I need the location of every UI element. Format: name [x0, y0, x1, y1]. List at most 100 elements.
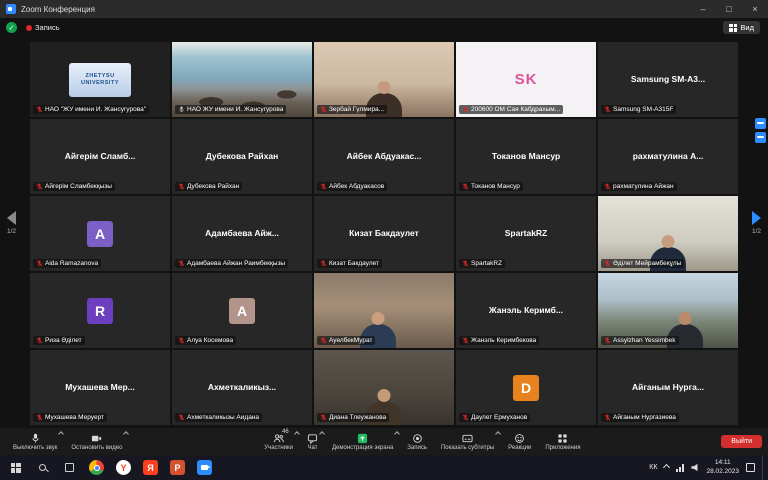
view-button[interactable]: Вид — [723, 21, 760, 34]
task-view-button[interactable] — [56, 455, 83, 480]
participant-tile[interactable]: Айбек Абдуакас... Айбек Абдуакасов — [314, 119, 454, 194]
close-button[interactable]: × — [742, 0, 768, 18]
reactions-icon — [514, 433, 525, 444]
mute-button[interactable]: Выключить звук — [6, 428, 64, 455]
participant-tile[interactable]: Кизат Бакдаулет Кизат Бакдаулет — [314, 196, 454, 271]
participants-button[interactable]: 46 Участники — [257, 428, 300, 455]
chevron-up-icon[interactable] — [495, 431, 501, 437]
chevron-up-icon[interactable] — [319, 431, 325, 437]
next-page-arrow-icon[interactable] — [752, 211, 761, 225]
participant-tile[interactable]: АуелбекМурат — [314, 273, 454, 348]
apps-button[interactable]: Приложения — [538, 428, 587, 455]
chevron-up-icon[interactable] — [58, 431, 64, 437]
system-tray: КК 14:11 28.02.2023 — [649, 455, 768, 480]
share-screen-button[interactable]: Демонстрация экрана — [325, 428, 400, 455]
language-indicator[interactable]: КК — [649, 464, 657, 471]
powerpoint-icon: P — [170, 460, 185, 475]
participant-tile[interactable]: Әділет Мейрамбекұлы — [598, 196, 738, 271]
action-center-icon[interactable] — [746, 463, 755, 472]
prev-page-arrow-icon[interactable] — [7, 211, 16, 225]
taskbar-app-zoom[interactable] — [191, 455, 218, 480]
taskbar-app-powerpoint[interactable]: P — [164, 455, 191, 480]
chevron-up-icon[interactable] — [394, 431, 400, 437]
participant-tile[interactable]: Зербай Гүлмира... — [314, 42, 454, 117]
participant-tile[interactable]: Дубекова Райхан Дубекова Райхан — [172, 119, 312, 194]
participant-tile[interactable]: Samsung SM-A3... Samsung SM-A315F — [598, 42, 738, 117]
participant-name: Алуа Косемова — [187, 337, 233, 344]
participant-tile[interactable]: Токанов Мансур Токанов Мансур — [456, 119, 596, 194]
taskbar-app-yandex[interactable]: Y — [110, 455, 137, 480]
titlebar: Zoom Конференция – □ × — [0, 0, 768, 18]
maximize-button[interactable]: □ — [716, 0, 742, 18]
volume-icon[interactable] — [691, 464, 699, 472]
network-icon[interactable] — [676, 464, 684, 472]
muted-mic-icon — [604, 106, 611, 113]
participant-name: Адамбаева Айжан Раимбекқызы — [187, 260, 285, 267]
tile-name-label: АуелбекМурат — [317, 336, 375, 345]
share-screen-label: Демонстрация экрана — [332, 445, 393, 451]
leave-button[interactable]: Выйти — [721, 435, 762, 448]
participant-tile[interactable]: Адамбаева Айж... Адамбаева Айжан Раимбек… — [172, 196, 312, 271]
taskbar-app-chrome[interactable] — [83, 455, 110, 480]
yandex-browser-icon: Я — [143, 460, 158, 475]
participant-tile[interactable]: НАО ЖУ имени И. Жансугурова — [172, 42, 312, 117]
search-button[interactable] — [29, 455, 56, 480]
muted-mic-icon — [178, 260, 185, 267]
participant-tile[interactable]: Assylzhan Yessimbek — [598, 273, 738, 348]
minimize-button[interactable]: – — [690, 0, 716, 18]
muted-mic-icon — [320, 183, 327, 190]
chevron-up-icon[interactable] — [124, 431, 130, 437]
muted-mic-icon — [178, 337, 185, 344]
participant-tile[interactable]: Айгерім Сламб... Айгерім Сламбекқызы — [30, 119, 170, 194]
taskbar-app-yandex-browser[interactable]: Я — [137, 455, 164, 480]
participant-name: Кизат Бакдаулет — [329, 260, 379, 267]
chat-label: Чат — [307, 445, 317, 451]
participant-tile[interactable]: Мухашева Мер... Мухашева Меруерт — [30, 350, 170, 425]
tile-name-label: Токанов Мансур — [459, 182, 523, 191]
participant-tile[interactable]: R Риза Әділет — [30, 273, 170, 348]
tile-name-label: Айбек Абдуакасов — [317, 182, 387, 191]
muted-mic-icon — [462, 183, 469, 190]
muted-mic-icon — [320, 414, 327, 421]
participant-tile[interactable]: SpartakRZ SpartakRZ — [456, 196, 596, 271]
show-desktop-button[interactable] — [762, 455, 766, 480]
participant-tile[interactable]: A Aida Ramazanova — [30, 196, 170, 271]
muted-mic-icon — [320, 260, 327, 267]
participant-tile[interactable]: D Даулет Ермуханов — [456, 350, 596, 425]
participant-tile[interactable]: Айганым Нурга... Айганым Нургазиева — [598, 350, 738, 425]
reactions-button[interactable]: Реакции — [501, 428, 538, 455]
participant-tile[interactable]: Диана Тлеужанова — [314, 350, 454, 425]
muted-mic-icon — [36, 183, 43, 190]
captions-button[interactable]: Показать субтитры — [434, 428, 501, 455]
stop-video-button[interactable]: Остановить видео — [64, 428, 129, 455]
participant-name: Жанэль Керимбекова — [471, 337, 536, 344]
notification-icon[interactable] — [755, 118, 766, 129]
participant-tile[interactable]: Жанэль Керимб... Жанэль Керимбекова — [456, 273, 596, 348]
participant-tile[interactable]: SK 200600 ОМ Сая Кабдрахым... — [456, 42, 596, 117]
taskbar-clock[interactable]: 14:11 28.02.2023 — [706, 459, 739, 475]
clock-time: 14:11 — [715, 459, 731, 467]
participant-tile[interactable]: Ахметкаликыз... Ахметкаликызы Аидана — [172, 350, 312, 425]
participant-tile[interactable]: ZHETYSU UNIVERSITY НАО "ЖУ имени И. Жанс… — [30, 42, 170, 117]
muted-mic-icon — [604, 337, 611, 344]
muted-mic-icon — [36, 260, 43, 267]
side-notifications — [755, 118, 766, 143]
chat-icon — [307, 433, 318, 444]
tile-name-label: Айганым Нургазиева — [601, 413, 679, 422]
chat-button[interactable]: Чат — [300, 428, 325, 455]
record-button[interactable]: Запись — [400, 428, 434, 455]
page-indicator-left: 1/2 — [7, 228, 16, 235]
tile-name-label: Samsung SM-A315F — [601, 105, 676, 114]
apps-icon — [557, 433, 568, 444]
security-shield-icon[interactable] — [6, 22, 17, 33]
participant-grid: ZHETYSU UNIVERSITY НАО "ЖУ имени И. Жанс… — [30, 42, 738, 425]
muted-mic-icon — [36, 414, 43, 421]
start-button[interactable] — [2, 455, 29, 480]
participant-tile[interactable]: рахматулина А... рахматулина Айжан — [598, 119, 738, 194]
notification-icon[interactable] — [755, 132, 766, 143]
hidden-icons-chevron[interactable] — [663, 464, 670, 471]
muted-mic-icon — [320, 337, 327, 344]
participant-name: Диана Тлеужанова — [329, 414, 386, 421]
chevron-up-icon[interactable] — [294, 431, 300, 437]
participant-tile[interactable]: A Алуа Косемова — [172, 273, 312, 348]
